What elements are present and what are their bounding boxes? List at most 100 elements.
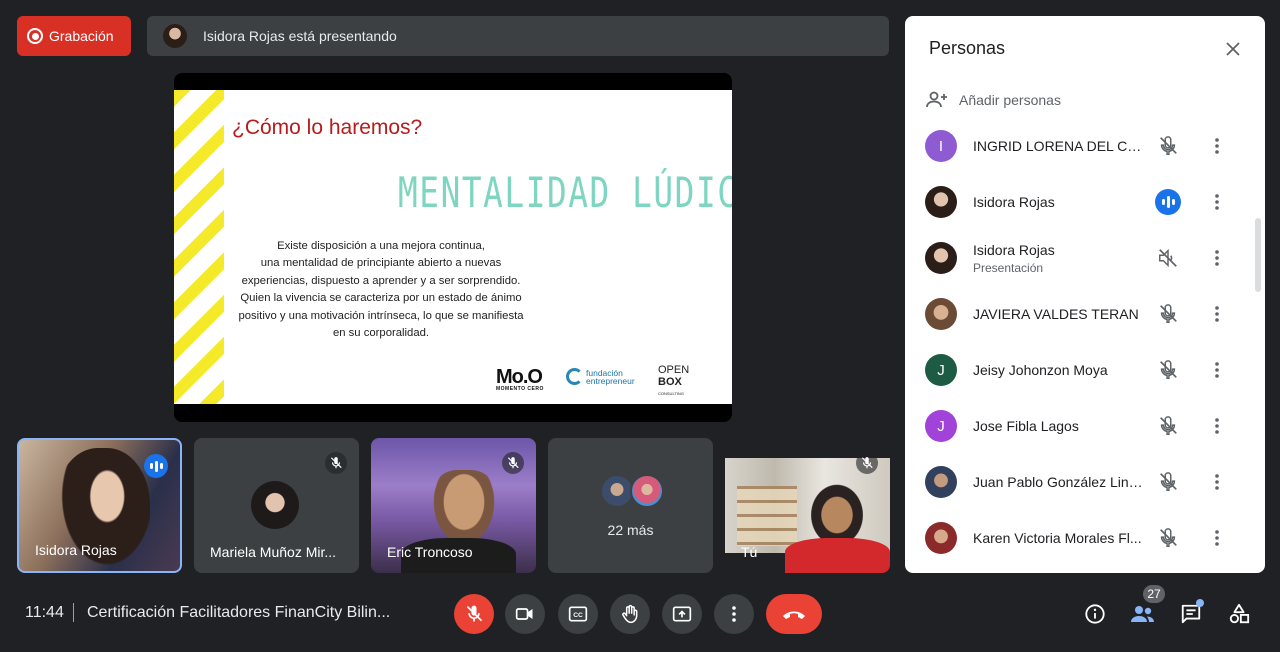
participant-avatar: I — [925, 130, 957, 162]
people-icon — [1131, 606, 1154, 622]
add-people-button[interactable]: Añadir personas — [925, 88, 1061, 112]
logo-ring-icon — [566, 368, 583, 385]
close-icon — [1226, 42, 1240, 56]
speaking-indicator-icon — [144, 454, 168, 478]
participant-tile[interactable]: Eric Troncoso — [371, 438, 536, 573]
more-options-button[interactable] — [1205, 246, 1229, 270]
meeting-details-button[interactable] — [1081, 600, 1109, 628]
list-item[interactable]: Juan Pablo González Line... — [905, 454, 1257, 510]
svg-text:CC: CC — [573, 612, 583, 619]
more-options-button[interactable] — [1205, 302, 1229, 326]
participant-avatar — [925, 522, 957, 554]
meeting-title[interactable]: Certificación Facilitadores FinanCity Bi… — [87, 604, 390, 622]
self-tile[interactable]: Tú — [725, 438, 890, 573]
chat-notification-dot — [1196, 599, 1204, 607]
activities-button[interactable] — [1225, 600, 1253, 628]
participant-name: Jose Fibla Lagos — [973, 418, 1079, 434]
camera-toggle-button[interactable] — [505, 594, 545, 634]
participant-tile[interactable]: Mariela Muñoz Mir... — [194, 438, 359, 573]
divider — [73, 603, 74, 622]
participant-name: INGRID LORENA DEL CAR... — [973, 138, 1145, 154]
add-people-label: Añadir personas — [959, 92, 1061, 108]
participant-avatar — [925, 242, 957, 274]
presenter-avatar — [163, 24, 187, 48]
mic-off-icon — [1155, 469, 1181, 495]
people-button[interactable] — [1129, 600, 1157, 628]
presentation-screen[interactable]: ¿Cómo lo haremos? MENTALIDAD LÚDICA Exis… — [174, 73, 732, 422]
panel-scrollbar[interactable] — [1255, 218, 1261, 292]
participant-name: Isidora Rojas — [973, 194, 1055, 210]
slide-line: positivo y una motivación intrínseca, lo… — [238, 309, 524, 322]
close-panel-button[interactable] — [1221, 37, 1245, 61]
captions-icon: CC — [568, 606, 588, 622]
participant-tile[interactable]: Isidora Rojas — [17, 438, 182, 573]
participant-name: Isidora Rojas — [973, 242, 1055, 258]
slide-line: en su corporalidad. — [332, 327, 430, 340]
hand-icon — [622, 604, 638, 624]
mic-off-icon — [1155, 357, 1181, 383]
present-screen-button[interactable] — [662, 594, 702, 634]
record-icon — [27, 28, 43, 44]
more-participants-tile[interactable]: 22 más — [548, 438, 713, 573]
more-options-button[interactable] — [1205, 526, 1229, 550]
momento-cero-logo: Mo.O MOMENTO CERO — [496, 366, 544, 392]
list-item[interactable]: I INGRID LORENA DEL CAR... — [905, 118, 1257, 174]
more-options-button[interactable] — [1205, 470, 1229, 494]
more-count-label: 22 más — [607, 522, 654, 538]
tile-name: Eric Troncoso — [387, 544, 473, 560]
list-item[interactable]: J Jeisy Johonzon Moya — [905, 342, 1257, 398]
mic-toggle-button[interactable] — [454, 594, 494, 634]
call-end-icon — [783, 611, 805, 619]
list-item[interactable]: J Jose Fibla Lagos — [905, 398, 1257, 454]
tile-name: Mariela Muñoz Mir... — [210, 544, 337, 560]
slide-line: una mentalidad de principiante abierto a… — [260, 257, 502, 270]
list-item[interactable]: Isidora Rojas — [905, 174, 1257, 230]
slide-body: Existe disposición a una mejora continua… — [236, 238, 526, 342]
participant-avatar: J — [925, 410, 957, 442]
mic-off-icon — [325, 452, 347, 474]
shapes-icon — [1229, 603, 1250, 624]
volume-off-icon — [1155, 245, 1181, 271]
more-vert-icon — [1215, 418, 1219, 434]
more-vert-icon — [732, 606, 736, 622]
more-options-button[interactable] — [714, 594, 754, 634]
mic-off-icon — [856, 452, 878, 474]
list-item[interactable]: Karen Victoria Morales Fl... — [905, 510, 1257, 566]
participant-avatar: J — [925, 354, 957, 386]
participant-name: Karen Victoria Morales Fl... — [973, 530, 1142, 546]
leave-call-button[interactable] — [766, 594, 822, 634]
tile-name: Isidora Rojas — [35, 542, 117, 558]
captions-button[interactable]: CC — [558, 594, 598, 634]
list-item[interactable]: Isidora Rojas Presentación — [905, 230, 1257, 286]
slide-question: ¿Cómo lo haremos? — [232, 116, 423, 139]
raise-hand-button[interactable] — [610, 594, 650, 634]
slide-line: Existe disposición a una mejora continua… — [277, 240, 485, 252]
participant-avatar — [630, 474, 664, 508]
more-options-button[interactable] — [1205, 358, 1229, 382]
info-icon — [1085, 604, 1105, 624]
more-options-button[interactable] — [1205, 134, 1229, 158]
more-options-button[interactable] — [1205, 190, 1229, 214]
more-options-button[interactable] — [1205, 414, 1229, 438]
videocam-icon — [515, 608, 533, 620]
more-vert-icon — [1215, 474, 1219, 490]
present-to-all-icon — [672, 606, 692, 622]
more-vert-icon — [1215, 362, 1219, 378]
openbox-logo: OPEN BOX CONSULTING — [658, 364, 690, 396]
presenting-banner[interactable]: Isidora Rojas está presentando — [147, 16, 889, 56]
more-vert-icon — [1215, 306, 1219, 322]
slide-stripes — [174, 90, 224, 404]
fundacion-entrepreneur-logo: fundación entrepreneur — [566, 368, 635, 385]
more-vert-icon — [1215, 250, 1219, 266]
participant-avatar — [925, 466, 957, 498]
list-item[interactable]: JAVIERA VALDES TERAN — [905, 286, 1257, 342]
more-vert-icon — [1215, 530, 1219, 546]
mic-off-icon — [1155, 133, 1181, 159]
participant-count-badge: 27 — [1143, 585, 1165, 603]
mic-off-icon — [466, 605, 483, 622]
participant-subtitle: Presentación — [973, 261, 1044, 275]
slide: ¿Cómo lo haremos? MENTALIDAD LÚDICA Exis… — [174, 90, 732, 404]
people-panel: Personas Añadir personas I INGRID LORENA… — [905, 16, 1265, 573]
slide-line: experiencias, dispuesto a aprender y a s… — [241, 274, 521, 287]
recording-indicator[interactable]: Grabación — [17, 16, 131, 56]
